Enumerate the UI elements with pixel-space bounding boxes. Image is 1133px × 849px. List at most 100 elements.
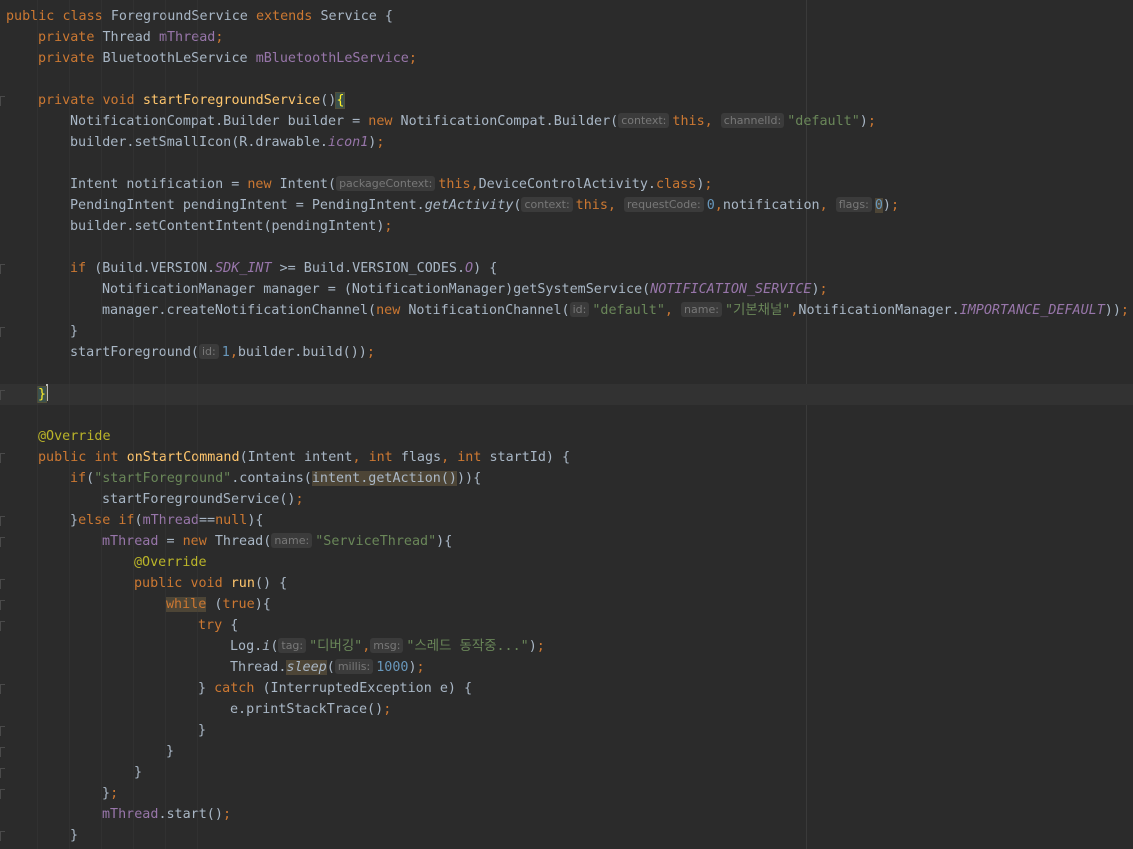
code-text: Thread.sleep(millis: 1000);: [230, 657, 425, 678]
code-line[interactable]: while (true){: [0, 594, 1133, 615]
code-text: while (true){: [166, 594, 271, 615]
code-token: ,: [714, 198, 723, 213]
code-editor[interactable]: public class ForegroundService extends S…: [0, 0, 1133, 849]
code-line[interactable]: e.printStackTrace();: [0, 699, 1133, 720]
code-line[interactable]: public int onStartCommand(Intent intent,…: [0, 447, 1133, 468]
code-line[interactable]: [0, 363, 1133, 384]
code-line[interactable]: [0, 237, 1133, 258]
code-token: mBluetoothLeService: [255, 51, 409, 66]
fold-marker-icon[interactable]: [0, 516, 5, 526]
fold-marker-icon[interactable]: [0, 621, 5, 631]
code-token: 0: [874, 198, 883, 213]
fold-marker-icon[interactable]: [0, 264, 5, 274]
parameter-hint: id:: [569, 302, 590, 317]
fold-marker-icon[interactable]: [0, 579, 5, 589]
code-token: ;: [704, 177, 713, 192]
fold-marker-icon[interactable]: [0, 453, 5, 463]
code-token: "스레드 동작중...": [406, 639, 529, 654]
code-line[interactable]: @Override: [0, 426, 1133, 447]
fold-marker-icon[interactable]: [0, 96, 5, 106]
code-line[interactable]: [0, 405, 1133, 426]
code-line[interactable]: try {: [0, 615, 1133, 636]
fold-marker-icon[interactable]: [0, 600, 5, 610]
code-line[interactable]: manager.createNotificationChannel(new No…: [0, 300, 1133, 321]
code-line[interactable]: startForeground(id: 1,builder.build());: [0, 342, 1133, 363]
code-token: if: [70, 261, 95, 276]
code-line[interactable]: Intent notification = new Intent(package…: [0, 174, 1133, 195]
fold-marker-icon[interactable]: [0, 747, 5, 757]
code-token: ;: [295, 492, 304, 507]
code-token: new: [182, 534, 215, 549]
code-token: (: [270, 639, 279, 654]
code-line[interactable]: private BluetoothLeService mBluetoothLeS…: [0, 48, 1133, 69]
code-line[interactable]: }: [0, 720, 1133, 741]
fold-marker-icon[interactable]: [0, 831, 5, 841]
code-line[interactable]: if (Build.VERSION.SDK_INT >= Build.VERSI…: [0, 258, 1133, 279]
code-line[interactable]: PendingIntent pendingIntent = PendingInt…: [0, 195, 1133, 216]
code-token: O: [465, 261, 474, 276]
fold-marker-icon[interactable]: [0, 684, 5, 694]
fold-marker-icon[interactable]: [0, 768, 5, 778]
code-line[interactable]: private void startForegroundService(){: [0, 90, 1133, 111]
code-line[interactable]: }: [0, 741, 1133, 762]
code-line[interactable]: @Override: [0, 552, 1133, 573]
code-token: flags: [400, 450, 442, 465]
code-line[interactable]: Log.i(tag: "디버깅", msg: "스레드 동작중...");: [0, 636, 1133, 657]
parameter-hint: millis:: [334, 659, 374, 674]
code-token: "ServiceThread": [315, 534, 437, 549]
code-line[interactable]: }: [0, 825, 1133, 846]
code-line[interactable]: mThread.start();: [0, 804, 1133, 825]
code-text: mThread = new Thread(name: "ServiceThread…: [102, 531, 452, 552]
code-token: builder.build()): [237, 345, 367, 360]
parameter-hint: flags:: [835, 197, 872, 212]
code-token: "디버깅": [309, 639, 363, 654]
code-token: e.printStackTrace(): [230, 702, 384, 717]
code-line[interactable]: NotificationCompat.Builder builder = new…: [0, 111, 1133, 132]
code-line[interactable]: builder.setContentIntent(pendingIntent);: [0, 216, 1133, 237]
code-line[interactable]: if("startForeground".contains(intent.get…: [0, 468, 1133, 489]
code-token: mThread: [142, 513, 199, 528]
code-text: private BluetoothLeService mBluetoothLeS…: [38, 48, 417, 69]
code-line[interactable]: [0, 69, 1133, 90]
indent-guide: [37, 0, 38, 849]
code-text: }: [36, 384, 49, 405]
code-line[interactable]: NotificationManager manager = (Notificat…: [0, 279, 1133, 300]
code-token: startForegroundService: [142, 93, 321, 108]
code-line[interactable]: Thread.sleep(millis: 1000);: [0, 657, 1133, 678]
code-line[interactable]: }: [0, 384, 1133, 405]
code-token: }: [70, 828, 79, 843]
fold-marker-icon[interactable]: [0, 789, 5, 799]
fold-marker-icon[interactable]: [0, 327, 5, 337]
code-token: ): [859, 114, 868, 129]
code-token: mThread: [158, 30, 216, 45]
code-line[interactable]: mThread = new Thread(name: "ServiceThread…: [0, 531, 1133, 552]
code-line[interactable]: };: [0, 783, 1133, 804]
code-token: ==: [199, 513, 216, 528]
code-line[interactable]: private Thread mThread;: [0, 27, 1133, 48]
code-token: run: [230, 576, 255, 591]
code-line[interactable]: }: [0, 762, 1133, 783]
code-line[interactable]: [0, 153, 1133, 174]
code-line[interactable]: public class ForegroundService extends S…: [0, 6, 1133, 27]
code-line[interactable]: builder.setSmallIcon(R.drawable.icon1);: [0, 132, 1133, 153]
fold-marker-icon[interactable]: [0, 537, 5, 547]
code-text: }: [166, 741, 174, 762]
indent-guide: [197, 0, 198, 849]
fold-marker-icon[interactable]: [0, 726, 5, 736]
code-token: mThread: [102, 807, 159, 822]
code-token: BluetoothLeService: [102, 51, 256, 66]
code-text: try {: [198, 615, 238, 636]
code-line[interactable]: }else if(mThread==null){: [0, 510, 1133, 531]
code-line[interactable]: }: [0, 321, 1133, 342]
fold-marker-icon[interactable]: [0, 390, 5, 400]
code-line[interactable]: startForegroundService();: [0, 489, 1133, 510]
code-text: mThread.start();: [102, 804, 231, 825]
code-line[interactable]: public void run() {: [0, 573, 1133, 594]
code-token: {: [473, 471, 482, 486]
code-text: }: [70, 321, 78, 342]
code-token: new: [247, 177, 280, 192]
code-text: Intent notification = new Intent(package…: [70, 174, 712, 195]
code-token: public: [134, 576, 191, 591]
code-line[interactable]: } catch (InterruptedException e) {: [0, 678, 1133, 699]
code-text: if("startForeground".contains(intent.get…: [70, 468, 481, 489]
